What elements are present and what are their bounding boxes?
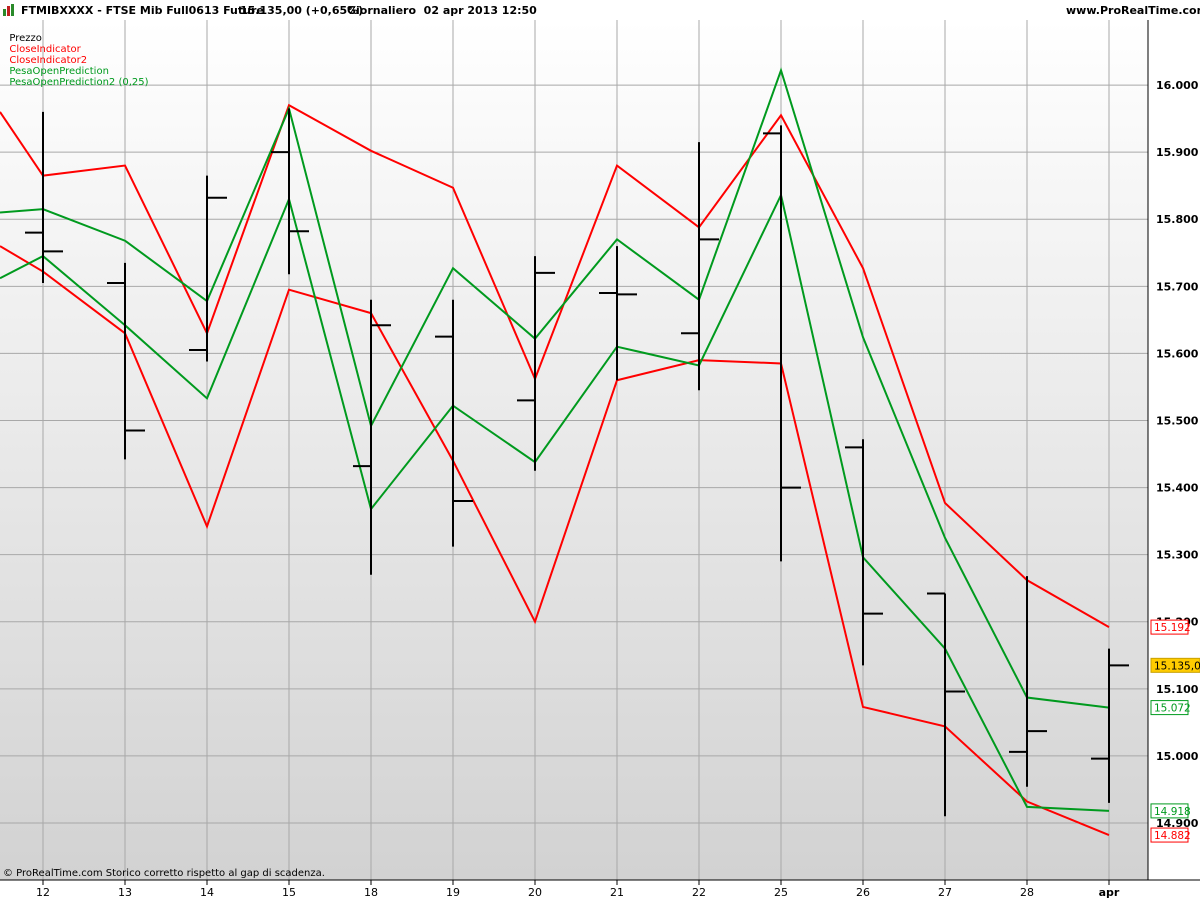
x-tick-label: 25 [774,886,788,899]
y-tick-label: 15.100 [1156,683,1199,696]
legend-close1[interactable]: CloseIndicator [9,44,80,55]
y-tick-label: 15.500 [1156,414,1199,427]
x-tick-label: apr [1099,886,1120,899]
last-value-text: 14.882 [1154,830,1191,842]
last-value-label: 15.072 [1150,700,1191,716]
x-tick-label: 27 [938,886,952,899]
x-tick-label: 22 [692,886,706,899]
x-tick-label: 18 [364,886,378,899]
x-tick-label: 15 [282,886,296,899]
plot-background [0,20,1148,880]
x-tick-label: 26 [856,886,870,899]
x-tick-label: 21 [610,886,624,899]
last-value-label: 15.135,00 [1150,657,1200,673]
x-tick-label: 14 [200,886,214,899]
legend-pesa1[interactable]: PesaOpenPrediction [9,66,109,77]
y-tick-label: 16.000 [1156,79,1199,92]
last-value-text: 15.135,00 [1154,660,1200,672]
footer-note: © ProRealTime.com Storico corretto rispe… [3,868,325,879]
last-value-label: 14.918 [1150,803,1191,819]
x-tick-label: 28 [1020,886,1034,899]
legend-pesa2[interactable]: PesaOpenPrediction2 (0,25) [9,77,148,88]
x-tick-label: 19 [446,886,460,899]
legend: Prezzo CloseIndicator CloseIndicator2 Pe… [3,22,148,88]
y-tick-label: 15.700 [1156,280,1199,293]
y-tick-label: 15.900 [1156,146,1199,159]
y-tick-label: 15.600 [1156,347,1199,360]
legend-price: Prezzo [9,33,42,44]
y-tick-label: 15.000 [1156,750,1199,763]
last-value-label: 14.882 [1150,827,1191,843]
x-tick-label: 13 [118,886,132,899]
y-tick-label: 15.400 [1156,482,1199,495]
price-chart[interactable]: 16.000 15.900 15.800 15.700 15.600 15.500 15.4… [0,0,1200,900]
last-value-label: 15.192 [1150,619,1191,635]
legend-close2[interactable]: CloseIndicator2 [9,55,87,66]
y-tick-label: 15.300 [1156,549,1199,562]
last-value-text: 14.918 [1154,806,1191,818]
x-tick-label: 12 [36,886,50,899]
last-value-text: 15.072 [1154,703,1191,715]
y-tick-label: 15.800 [1156,213,1199,226]
last-value-text: 15.192 [1154,622,1191,634]
x-tick-label: 20 [528,886,542,899]
